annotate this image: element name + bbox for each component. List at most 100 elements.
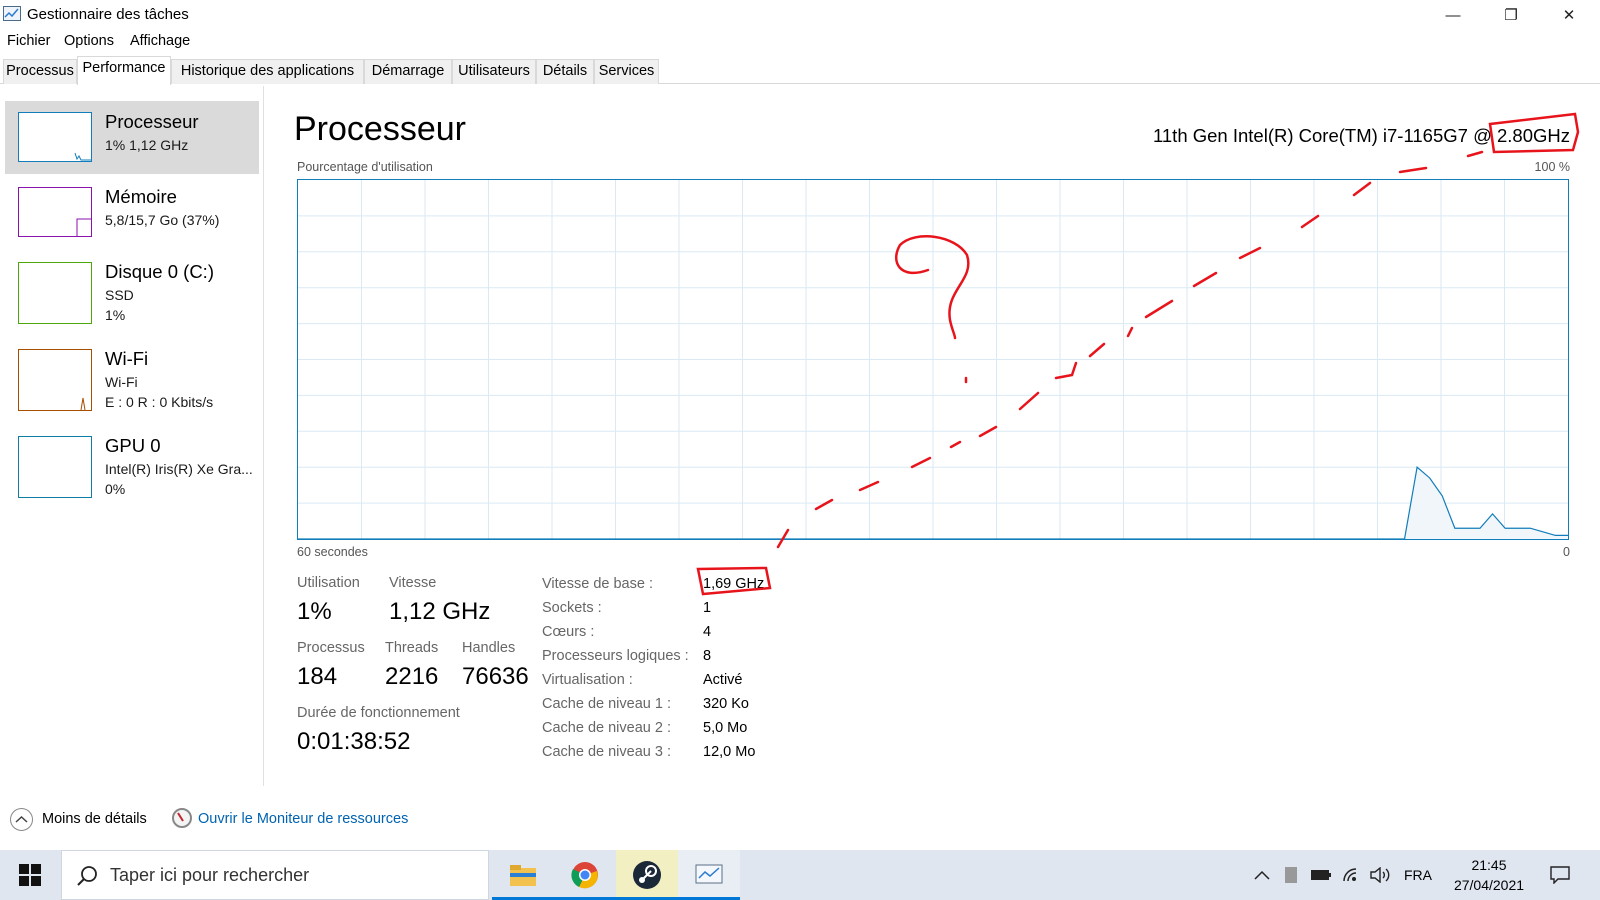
search-icon [77, 866, 97, 886]
info-label: Vitesse de base : [542, 576, 653, 592]
sidebar-item-processeur[interactable]: Processeur 1% 1,12 GHz [5, 101, 259, 174]
tray-app-button[interactable] [1279, 850, 1303, 900]
sidebar-item-detail: 1% 1,12 GHz [105, 137, 189, 153]
sidebar-item-detail: Wi-Fi [105, 374, 138, 390]
info-label: Sockets : [542, 600, 602, 616]
memory-thumbnail [18, 187, 92, 237]
sidebar-item-gpu[interactable]: GPU 0 Intel(R) Iris(R) Xe Gra... 0% [5, 425, 259, 498]
notification-icon [1550, 866, 1570, 884]
minimize-button[interactable]: — [1424, 0, 1482, 30]
uptime-value: 0:01:38:52 [297, 728, 411, 755]
file-explorer-icon [510, 865, 536, 886]
cpu-model-name: 11th Gen Intel(R) Core(TM) i7-1165G7 @ 2… [1152, 125, 1570, 146]
sidebar-item-wifi[interactable]: Wi-Fi Wi-Fi E : 0 R : 0 Kbits/s [5, 338, 259, 411]
threads-label: Threads [385, 640, 439, 656]
sidebar-item-detail: SSD [105, 287, 134, 303]
search-placeholder: Taper ici pour rechercher [110, 865, 310, 885]
resource-sidebar: Processeur 1% 1,12 GHz Mémoire 5,8/15,7 … [0, 86, 264, 786]
info-label: Cache de niveau 3 : [542, 744, 671, 760]
tab-bar: Processus Performance Historique des app… [0, 56, 1600, 85]
info-value: Activé [703, 672, 743, 688]
clock-time: 21:45 [1471, 857, 1507, 873]
windows-icon [19, 864, 41, 886]
volume-button[interactable] [1368, 850, 1394, 900]
sidebar-item-usage: 1% [105, 307, 126, 323]
restore-button[interactable]: ❐ [1482, 0, 1540, 30]
graph-label: Pourcentage d'utilisation [297, 160, 433, 174]
page-title: Processeur [294, 110, 466, 148]
taskbar-task-manager[interactable] [678, 850, 740, 900]
gpu-thumbnail [18, 436, 92, 498]
sidebar-item-disque[interactable]: Disque 0 (C:) SSD 1% [5, 251, 259, 324]
language-indicator[interactable]: FRA [1400, 850, 1436, 900]
sidebar-item-label: Processeur [105, 111, 199, 132]
menu-bar: Fichier Options Affichage [0, 32, 1600, 54]
vitesse-label: Vitesse [389, 575, 437, 591]
sidebar-item-usage: E : 0 R : 0 Kbits/s [105, 394, 214, 410]
tab-demarrage[interactable]: Démarrage [364, 59, 452, 84]
resource-monitor-icon [172, 808, 192, 828]
tab-utilisateurs[interactable]: Utilisateurs [452, 59, 536, 84]
sidebar-item-usage: 0% [105, 481, 126, 497]
tab-historique[interactable]: Historique des applications [171, 59, 364, 84]
info-label: Cache de niveau 2 : [542, 720, 671, 736]
sidebar-item-label: Wi-Fi [105, 348, 149, 369]
vitesse-value: 1,12 GHz [389, 598, 491, 625]
footer-bar: Moins de détails Ouvrir le Moniteur de r… [0, 805, 1600, 835]
task-manager-icon [3, 6, 21, 21]
task-manager-icon [695, 864, 723, 884]
sidebar-item-detail: Intel(R) Iris(R) Xe Gra... [105, 461, 253, 477]
battery-button[interactable] [1308, 850, 1334, 900]
processus-value: 184 [297, 663, 338, 690]
taskbar-chrome[interactable] [554, 850, 616, 900]
info-label: Processeurs logiques : [542, 648, 689, 664]
windows-taskbar: Taper ici pour rechercher FRA 21:45 27/0… [0, 850, 1600, 900]
tab-details[interactable]: Détails [536, 59, 594, 84]
utilisation-value: 1% [297, 598, 332, 625]
cpu-usage-graph [297, 179, 1569, 540]
show-hidden-icons-button[interactable] [1250, 850, 1274, 900]
menu-options[interactable]: Options [64, 33, 114, 49]
window-title: Gestionnaire des tâches [27, 6, 189, 23]
wifi-thumbnail [18, 349, 92, 411]
clock[interactable]: 21:45 27/04/2021 [1444, 850, 1534, 900]
info-value: 5,0 Mo [703, 720, 748, 736]
tray-app-icon [1285, 867, 1297, 883]
minimize-icon: — [1445, 6, 1461, 24]
sidebar-item-label: GPU 0 [105, 435, 161, 456]
info-value: 12,0 Mo [703, 744, 756, 760]
taskbar-search-box[interactable]: Taper ici pour rechercher [61, 850, 489, 900]
notifications-button[interactable] [1545, 850, 1575, 900]
info-value: 4 [703, 624, 712, 640]
chevron-up-icon[interactable] [10, 808, 33, 831]
cpu-usage-chart [298, 180, 1568, 540]
taskbar-file-explorer[interactable] [492, 850, 554, 900]
info-label: Virtualisation : [542, 672, 633, 688]
info-label: Cœurs : [542, 624, 595, 640]
info-value: 320 Ko [703, 696, 749, 712]
restore-icon: ❐ [1504, 7, 1518, 24]
less-details-link[interactable]: Moins de détails [42, 811, 147, 827]
tab-performance[interactable]: Performance [77, 56, 171, 85]
taskbar-steam[interactable] [616, 850, 678, 900]
menu-affichage[interactable]: Affichage [130, 33, 190, 49]
network-button[interactable] [1339, 850, 1365, 900]
info-value: 8 [703, 648, 712, 664]
sidebar-item-memoire[interactable]: Mémoire 5,8/15,7 Go (37%) [5, 176, 259, 249]
chrome-icon [571, 862, 598, 889]
info-value: 1,69 GHz [703, 576, 765, 592]
graph-time-label: 60 secondes [297, 545, 368, 559]
close-button[interactable]: ✕ [1540, 0, 1598, 30]
tab-services[interactable]: Services [594, 59, 659, 84]
info-value: 1 [703, 600, 712, 616]
start-button[interactable] [0, 850, 60, 900]
processus-label: Processus [297, 640, 365, 656]
tab-processus[interactable]: Processus [3, 59, 77, 84]
cpu-thumbnail [18, 112, 92, 162]
threads-value: 2216 [385, 663, 439, 690]
disk-thumbnail [18, 262, 92, 324]
menu-fichier[interactable]: Fichier [7, 33, 51, 49]
sidebar-item-detail: 5,8/15,7 Go (37%) [105, 212, 220, 228]
open-resource-monitor-link[interactable]: Ouvrir le Moniteur de ressources [198, 811, 408, 827]
clock-date: 27/04/2021 [1453, 877, 1525, 893]
